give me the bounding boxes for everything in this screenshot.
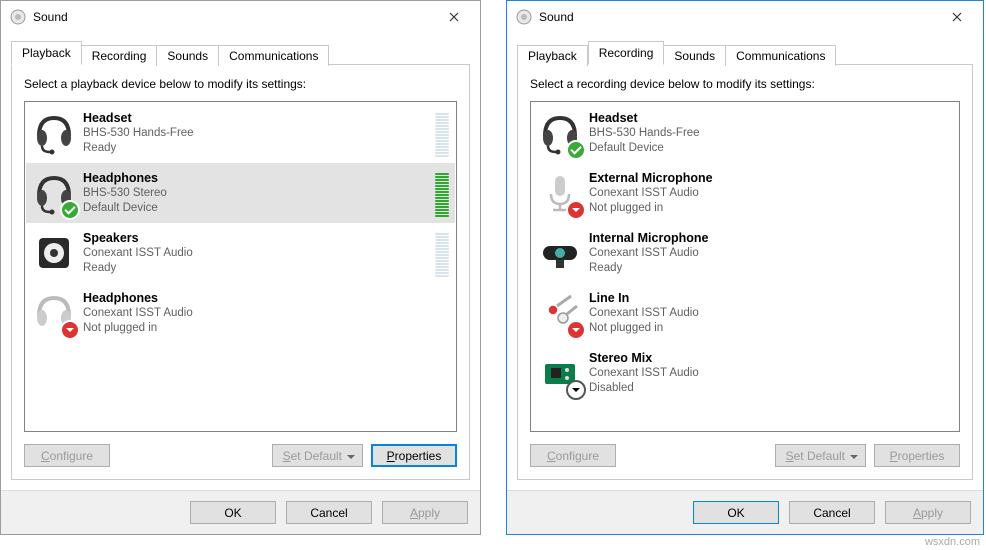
window-title: Sound [33,10,432,24]
headset-dim-icon [29,287,79,339]
device-sub: Conexant ISST Audio [589,366,952,381]
configure-button[interactable]: Configure [530,444,616,467]
dialog-footer: OK Cancel Apply [1,490,480,534]
headset-icon [29,167,79,219]
device-status: Default Device [83,201,431,216]
sound-dialog-recording: Sound Playback Recording Sounds Communic… [506,0,984,535]
device-row[interactable]: Line In Conexant ISST Audio Not plugged … [532,283,958,343]
device-sub: Conexant ISST Audio [83,306,449,321]
tab-playback[interactable]: Playback [11,41,82,65]
device-row[interactable]: Headphones BHS-530 Stereo Default Device [26,163,455,223]
window-title: Sound [539,10,935,24]
speaker-sysicon [9,8,27,26]
disabled-badge [566,380,586,400]
action-row: Configure Set Default Properties [530,444,960,467]
watermark: wsxdn.com [925,536,980,548]
webcam-icon [535,227,585,279]
device-name: Headphones [83,170,431,186]
cancel-button[interactable]: Cancel [286,501,372,524]
close-button[interactable] [432,3,476,31]
ok-button[interactable]: OK [190,501,276,524]
device-sub: Conexant ISST Audio [589,246,952,261]
set-default-button[interactable]: Set Default [272,444,363,467]
apply-button[interactable]: Apply [382,501,468,524]
ok-button[interactable]: OK [693,501,779,524]
device-row[interactable]: Headphones Conexant ISST Audio Not plugg… [26,283,455,343]
device-name: Stereo Mix [589,350,952,366]
properties-button[interactable]: Properties [874,444,960,467]
device-row[interactable]: Internal Microphone Conexant ISST Audio … [532,223,958,283]
device-name: Headphones [83,290,449,306]
unplugged-badge [566,320,586,340]
device-list[interactable]: Headset BHS-530 Hands-Free Ready Headpho… [24,101,457,432]
sound-dialog-playback: Sound Playback Recording Sounds Communic… [0,0,481,535]
device-name: Internal Microphone [589,230,952,246]
device-list[interactable]: Headset BHS-530 Hands-Free Default Devic… [530,101,960,432]
linein-icon [535,287,585,339]
device-name: External Microphone [589,170,952,186]
apply-button[interactable]: Apply [885,501,971,524]
device-status: Not plugged in [589,321,952,336]
device-row[interactable]: Headset BHS-530 Hands-Free Default Devic… [532,103,958,163]
level-meter [435,229,449,277]
tab-recording[interactable]: Recording [588,41,665,65]
speaker-sysicon [515,8,533,26]
device-row[interactable]: Speakers Conexant ISST Audio Ready [26,223,455,283]
device-status: Disabled [589,381,952,396]
default-check-badge [566,140,586,160]
tab-sounds[interactable]: Sounds [664,45,726,66]
device-status: Ready [83,141,431,156]
headset-icon [535,107,585,159]
headset-icon [29,107,79,159]
cancel-button[interactable]: Cancel [789,501,875,524]
device-row[interactable]: Stereo Mix Conexant ISST Audio Disabled [532,343,958,403]
device-sub: BHS-530 Stereo [83,186,431,201]
tabpage: Select a recording device below to modif… [517,64,973,480]
default-check-badge [60,200,80,220]
titlebar: Sound [1,1,480,33]
device-status: Ready [83,261,431,276]
device-status: Not plugged in [589,201,952,216]
dialog-footer: OK Cancel Apply [507,490,983,534]
device-status: Not plugged in [83,321,449,336]
device-row[interactable]: External Microphone Conexant ISST Audio … [532,163,958,223]
properties-button[interactable]: Properties [371,444,457,467]
device-row[interactable]: Headset BHS-530 Hands-Free Ready [26,103,455,163]
device-status: Default Device [589,141,952,156]
unplugged-badge [60,320,80,340]
titlebar: Sound [507,1,983,33]
tabpage: Select a playback device below to modify… [11,64,470,480]
set-default-button[interactable]: Set Default [775,444,866,467]
instruction-text: Select a recording device below to modif… [530,77,960,91]
device-name: Headset [589,110,952,126]
level-meter [435,169,449,217]
device-sub: Conexant ISST Audio [589,306,952,321]
tab-communications[interactable]: Communications [726,45,836,66]
device-sub: BHS-530 Hands-Free [83,126,431,141]
device-status: Ready [589,261,952,276]
tab-recording[interactable]: Recording [82,45,158,66]
tabstrip: Playback Recording Sounds Communications [11,41,470,65]
chip-icon [535,347,585,399]
device-sub: Conexant ISST Audio [589,186,952,201]
instruction-text: Select a playback device below to modify… [24,77,457,91]
device-name: Line In [589,290,952,306]
device-sub: BHS-530 Hands-Free [589,126,952,141]
tab-communications[interactable]: Communications [219,45,329,66]
close-button[interactable] [935,3,979,31]
unplugged-badge [566,200,586,220]
tab-sounds[interactable]: Sounds [157,45,219,66]
device-name: Speakers [83,230,431,246]
configure-button[interactable]: Configure [24,444,110,467]
device-sub: Conexant ISST Audio [83,246,431,261]
action-row: Configure Set Default Properties [24,444,457,467]
tabstrip: Playback Recording Sounds Communications [517,41,973,65]
level-meter [435,109,449,157]
speakers-icon [29,227,79,279]
device-name: Headset [83,110,431,126]
tab-playback[interactable]: Playback [517,45,588,66]
mic-dim-icon [535,167,585,219]
